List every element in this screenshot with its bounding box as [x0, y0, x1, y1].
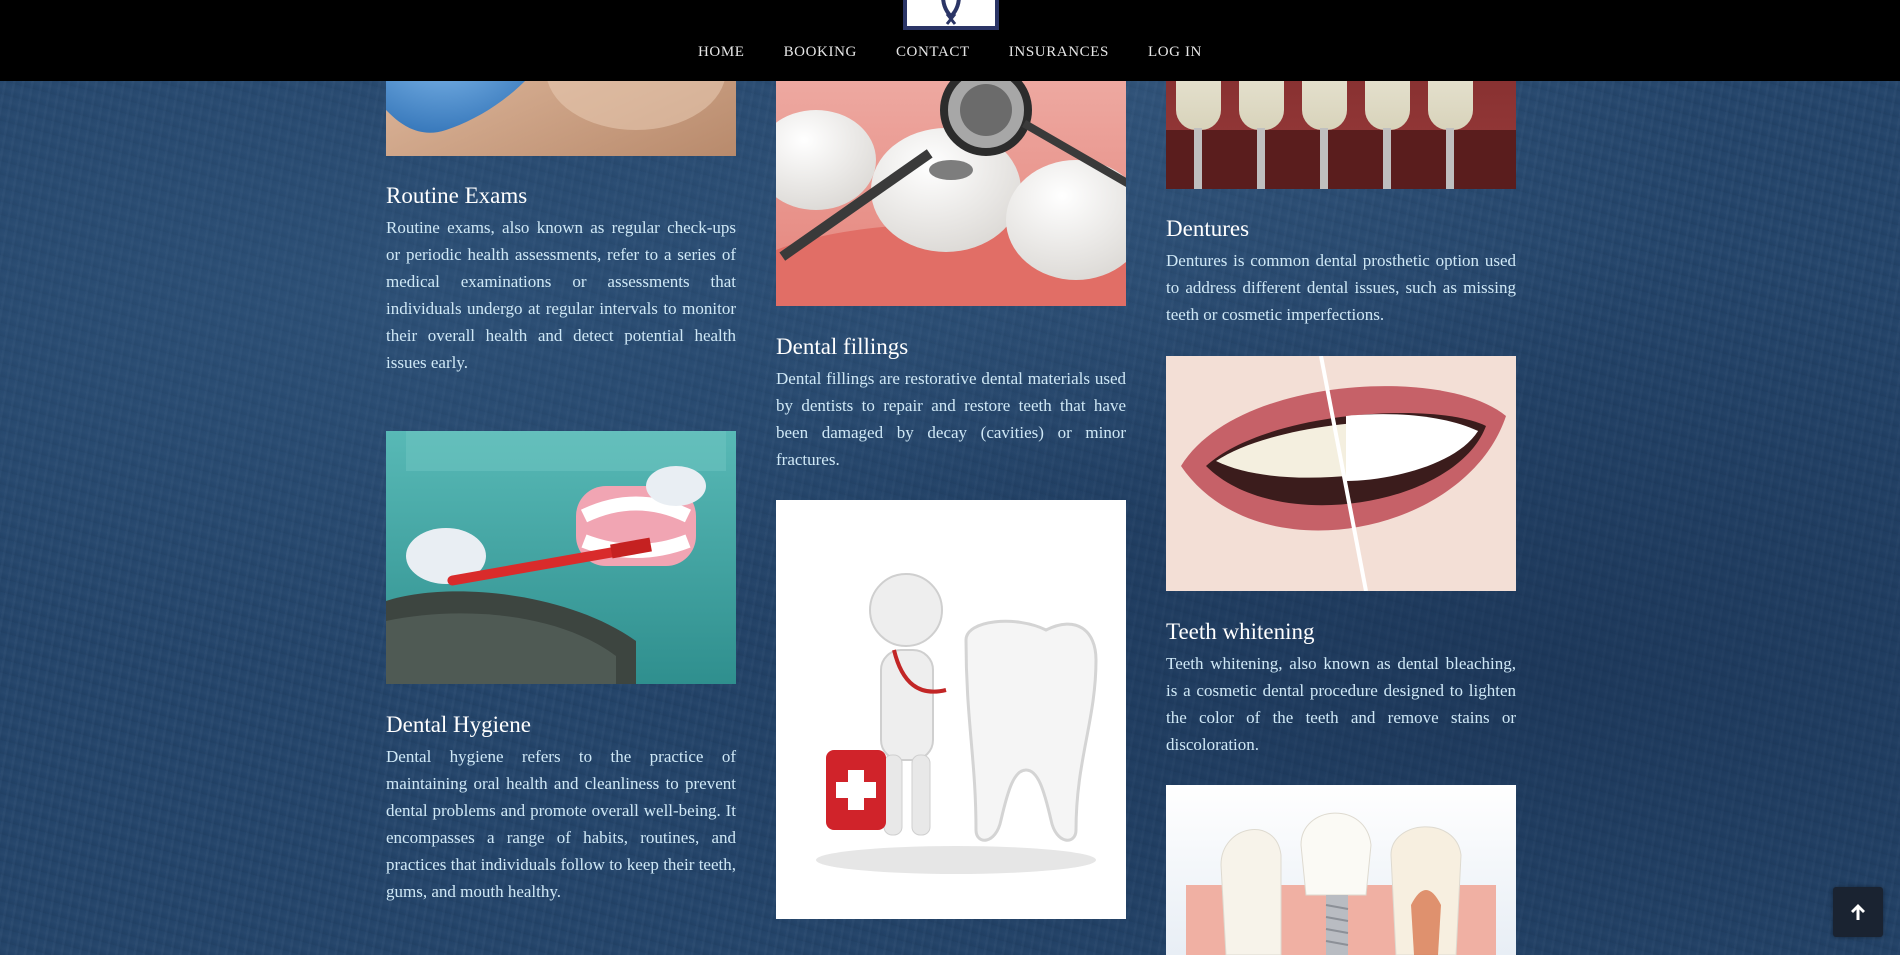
dental-fillings-title: Dental fillings	[776, 334, 909, 359]
dentures-text: Dentures is common dental prosthetic opt…	[1166, 251, 1516, 324]
teeth-whitening-image	[1166, 356, 1516, 591]
dental-hygiene-image	[386, 431, 736, 684]
dental-fillings-text: Dental fillings are restorative dental m…	[776, 369, 1126, 469]
nav-booking[interactable]: BOOKING	[784, 44, 857, 61]
arrow-up-icon	[1851, 904, 1865, 920]
service-card-dental-hygiene: Dental Hygiene Dental hygiene refers to …	[386, 431, 736, 951]
service-card-teeth-whitening: Teeth whitening Teeth whitening, also kn…	[1166, 356, 1516, 756]
teeth-whitening-title: Teeth whitening	[1166, 619, 1315, 644]
dentist-mascot-image	[776, 500, 1126, 919]
site-logo[interactable]	[903, 0, 999, 30]
routine-exams-title: Routine Exams	[386, 183, 528, 208]
nav-insurances[interactable]: INSURANCES	[1009, 44, 1109, 61]
nav-log-in[interactable]: LOG IN	[1148, 44, 1202, 61]
main-nav: HOME BOOKING CONTACT INSURANCES LOG IN	[0, 44, 1900, 61]
nav-contact[interactable]: CONTACT	[896, 44, 970, 61]
nav-home[interactable]: HOME	[698, 44, 745, 61]
dentures-title: Dentures	[1166, 216, 1250, 241]
back-to-top-button[interactable]	[1833, 887, 1883, 937]
dental-implant-image	[1166, 785, 1516, 955]
teeth-whitening-text: Teeth whitening, also known as dental bl…	[1166, 654, 1516, 754]
dental-hygiene-text: Dental hygiene refers to the practice of…	[386, 747, 736, 901]
site-header: HOME BOOKING CONTACT INSURANCES LOG IN	[0, 0, 1900, 81]
dental-hygiene-title: Dental Hygiene	[386, 712, 531, 737]
routine-exams-text: Routine exams, also known as regular che…	[386, 218, 736, 372]
service-card-dental-checkup	[776, 500, 1126, 955]
service-card-dental-implants	[1166, 785, 1516, 955]
